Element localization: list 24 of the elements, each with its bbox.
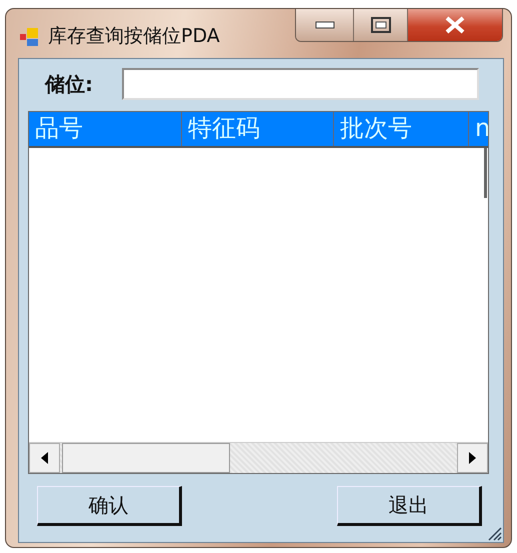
- column-header[interactable]: 特征码: [182, 112, 334, 146]
- column-header[interactable]: n: [469, 112, 488, 146]
- maximize-icon: [370, 17, 390, 33]
- location-field[interactable]: [122, 68, 479, 100]
- location-label: 储位:: [45, 70, 94, 98]
- vertical-scrollbar[interactable]: [484, 148, 487, 198]
- horizontal-scrollbar[interactable]: [29, 442, 488, 473]
- resize-grip-icon[interactable]: [486, 525, 502, 541]
- action-button[interactable]: 确认: [37, 486, 182, 526]
- close-button[interactable]: [408, 9, 502, 41]
- action-button[interactable]: 退出: [337, 486, 482, 526]
- minimize-button[interactable]: [296, 9, 354, 41]
- scroll-thumb[interactable]: [62, 443, 230, 473]
- window-title: 库存查询按储位PDA: [48, 24, 220, 49]
- column-header[interactable]: 批次号: [334, 112, 469, 146]
- scroll-left-button[interactable]: [29, 443, 60, 473]
- left-arrow-icon: [41, 452, 48, 464]
- column-header[interactable]: 品号: [29, 112, 182, 146]
- minimize-icon: [314, 21, 334, 29]
- scroll-right-button[interactable]: [457, 443, 488, 473]
- right-arrow-icon: [469, 452, 476, 464]
- app-icon: [20, 28, 38, 46]
- close-icon: [444, 16, 466, 34]
- maximize-button[interactable]: [354, 9, 408, 41]
